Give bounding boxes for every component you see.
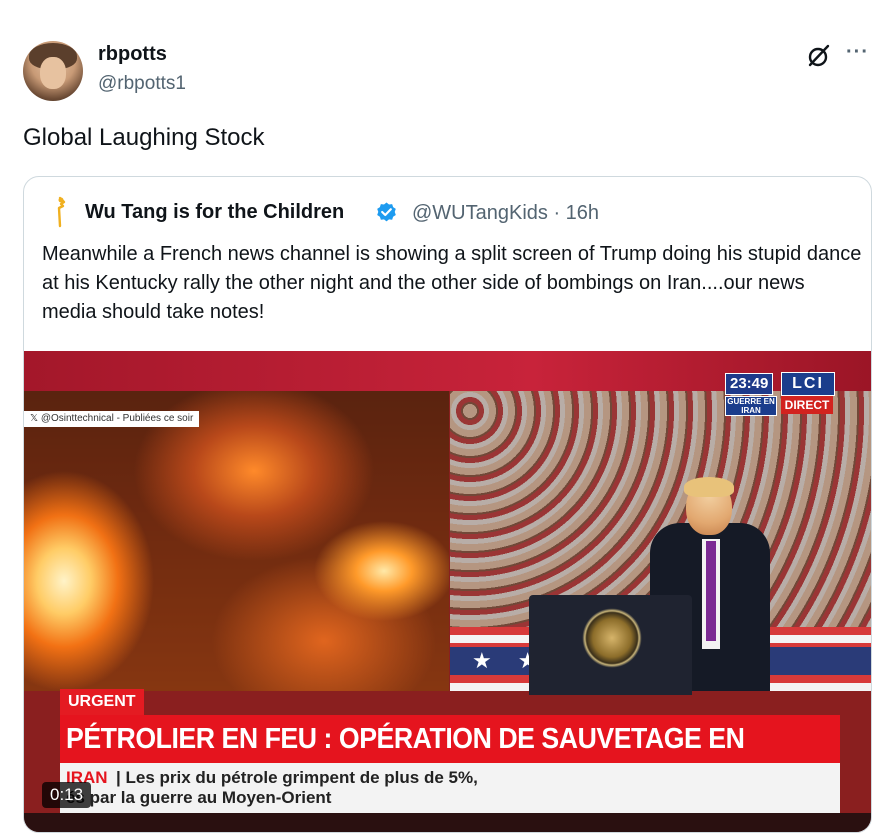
post: rbpotts @rbpotts1 ··· Global Laughing St… — [0, 0, 882, 838]
video-duration-badge: 0:13 — [42, 782, 92, 808]
video-fire-panel — [24, 391, 449, 691]
video-bottom-strip — [24, 813, 871, 832]
quoted-author-name[interactable]: Wu Tang is for the Children — [85, 201, 344, 224]
channel-logo: LCI — [781, 372, 835, 396]
urgent-label: URGENT — [60, 689, 144, 715]
verified-badge-icon — [377, 202, 396, 222]
live-badge: DIRECT — [781, 396, 833, 414]
avatar[interactable] — [23, 41, 83, 101]
ticker-line-2: és par la guerre au Moyen-Orient — [66, 788, 332, 807]
avatar-face — [40, 57, 66, 89]
post-author-name[interactable]: rbpotts — [98, 43, 167, 66]
grok-icon[interactable] — [806, 43, 832, 69]
video-podium-seal — [582, 608, 642, 668]
quoted-author-handle-time[interactable]: @WUTangKids · 16h — [412, 202, 599, 225]
video-clock: 23:49 — [725, 373, 774, 395]
quoted-post-text: Meanwhile a French news channel is showi… — [42, 243, 862, 323]
post-text: Global Laughing Stock — [23, 124, 265, 151]
video-player[interactable]: 𝕏 @Osinttechnical - Publiées ce soir ★★★… — [24, 351, 871, 832]
ticker-line-1: | Les prix du pétrole grimpent de plus d… — [116, 768, 478, 787]
video-source-tag: 𝕏 @Osinttechnical - Publiées ce soir — [24, 411, 200, 427]
section-tag: GUERRE EN IRAN — [725, 396, 777, 416]
quoted-author-avatar[interactable] — [50, 196, 70, 228]
more-options-icon[interactable]: ··· — [846, 41, 869, 64]
post-author-handle[interactable]: @rbpotts1 — [98, 73, 186, 95]
quoted-post[interactable]: Wu Tang is for the Children @WUTangKids … — [23, 176, 872, 833]
video-speaker-hair — [684, 477, 734, 497]
video-speaker-tie — [706, 541, 716, 641]
